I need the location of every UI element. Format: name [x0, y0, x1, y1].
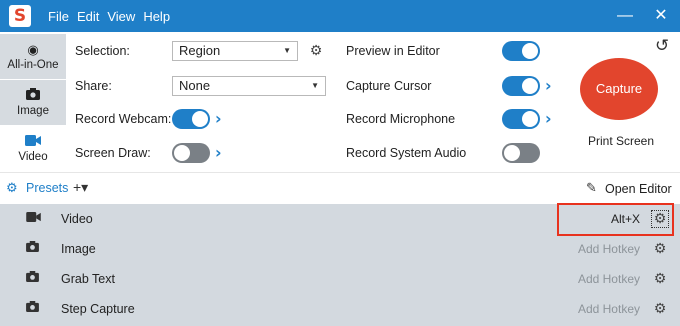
presets-bar: ⚙ Presets +▾ ✎ Open Editor [0, 172, 680, 204]
menu-bar: File Edit View Help [48, 0, 178, 32]
close-button[interactable]: ✕ [644, 0, 678, 32]
tab-image[interactable]: Image [0, 80, 66, 125]
share-label: Share: [75, 79, 112, 93]
video-camera-icon [26, 211, 41, 225]
selection-dropdown[interactable]: Region ▼ [172, 41, 298, 61]
preset-row-grab-text[interactable]: Grab Text Add Hotkey ⚙ [0, 264, 680, 294]
toggle-knob [522, 78, 538, 94]
selection-label: Selection: [75, 44, 130, 58]
tab-all-in-one[interactable]: ◉ All-in-One [0, 34, 66, 79]
camera-icon [26, 271, 39, 285]
capture-hotkey: Print Screen [588, 134, 655, 148]
tab-all-in-one-label: All-in-One [7, 59, 59, 71]
preview-in-editor-label: Preview in Editor [346, 44, 440, 58]
selection-value: Region [179, 43, 221, 58]
screen-draw-label: Screen Draw: [75, 146, 151, 160]
record-webcam-toggle[interactable] [172, 109, 210, 129]
share-dropdown[interactable]: None ▼ [172, 76, 326, 96]
edit-icon: ✎ [586, 181, 597, 196]
tab-video-label: Video [18, 151, 48, 163]
toggle-knob [174, 145, 190, 161]
highlight-annotation [557, 203, 674, 236]
preset-name: Video [61, 212, 93, 226]
menu-view[interactable]: View [107, 9, 135, 24]
presets-gear-icon: ⚙ [6, 181, 18, 196]
record-webcam-label: Record Webcam: [75, 112, 172, 126]
capture-cursor-label: Capture Cursor [346, 79, 432, 93]
capture-mode-tabs: ◉ All-in-One Image Video [0, 32, 66, 172]
record-system-audio-label: Record System Audio [346, 146, 467, 160]
add-hotkey-link[interactable]: Add Hotkey [578, 302, 640, 316]
all-in-one-icon: ◉ [27, 42, 39, 57]
preset-row-image[interactable]: Image Add Hotkey ⚙ [0, 234, 680, 264]
selection-settings-gear-icon[interactable]: ⚙ [308, 43, 324, 59]
title-bar: S File Edit View Help — ✕ [0, 0, 680, 32]
menu-file[interactable]: File [48, 9, 69, 24]
capture-cursor-toggle[interactable] [502, 76, 540, 96]
open-editor-button[interactable]: Open Editor [605, 182, 672, 196]
add-preset-button[interactable]: +▾ [73, 179, 88, 196]
tab-video[interactable]: Video [0, 126, 66, 171]
preset-name: Grab Text [61, 272, 115, 286]
preset-settings-gear-icon[interactable]: ⚙ [652, 241, 668, 257]
presets-toggle[interactable]: Presets [26, 181, 68, 195]
preset-settings-gear-icon[interactable]: ⚙ [652, 301, 668, 317]
reset-icon[interactable]: ↺ [655, 36, 669, 56]
camera-icon [0, 87, 66, 105]
toggle-knob [504, 145, 520, 161]
preset-settings-gear-icon[interactable]: ⚙ [652, 271, 668, 287]
preview-in-editor-toggle[interactable] [502, 41, 540, 61]
toggle-knob [522, 43, 538, 59]
add-hotkey-link[interactable]: Add Hotkey [578, 242, 640, 256]
add-hotkey-link[interactable]: Add Hotkey [578, 272, 640, 286]
record-microphone-toggle[interactable] [502, 109, 540, 129]
preset-name: Step Capture [61, 302, 135, 316]
screen-draw-toggle[interactable] [172, 143, 210, 163]
toggle-knob [192, 111, 208, 127]
tab-image-label: Image [17, 105, 49, 117]
record-microphone-label: Record Microphone [346, 112, 456, 126]
minimize-button[interactable]: — [608, 0, 642, 32]
camera-icon [26, 241, 39, 255]
preset-name: Image [61, 242, 96, 256]
menu-edit[interactable]: Edit [77, 9, 99, 24]
toggle-knob [522, 111, 538, 127]
capture-button[interactable]: Capture [580, 58, 658, 120]
record-microphone-options-chevron-icon[interactable]: › [545, 109, 552, 129]
screen-draw-options-chevron-icon[interactable]: › [215, 143, 222, 163]
snagit-logo-icon: S [9, 5, 31, 27]
share-value: None [179, 78, 211, 93]
chevron-down-icon: ▼ [311, 81, 319, 90]
chevron-down-icon: ▼ [283, 46, 291, 55]
menu-help[interactable]: Help [143, 9, 170, 24]
record-system-audio-toggle[interactable] [502, 143, 540, 163]
video-camera-icon [0, 133, 66, 151]
preset-row-step-capture[interactable]: Step Capture Add Hotkey ⚙ [0, 294, 680, 324]
camera-icon [26, 301, 39, 315]
record-webcam-options-chevron-icon[interactable]: › [215, 109, 222, 129]
capture-cursor-options-chevron-icon[interactable]: › [545, 76, 552, 96]
